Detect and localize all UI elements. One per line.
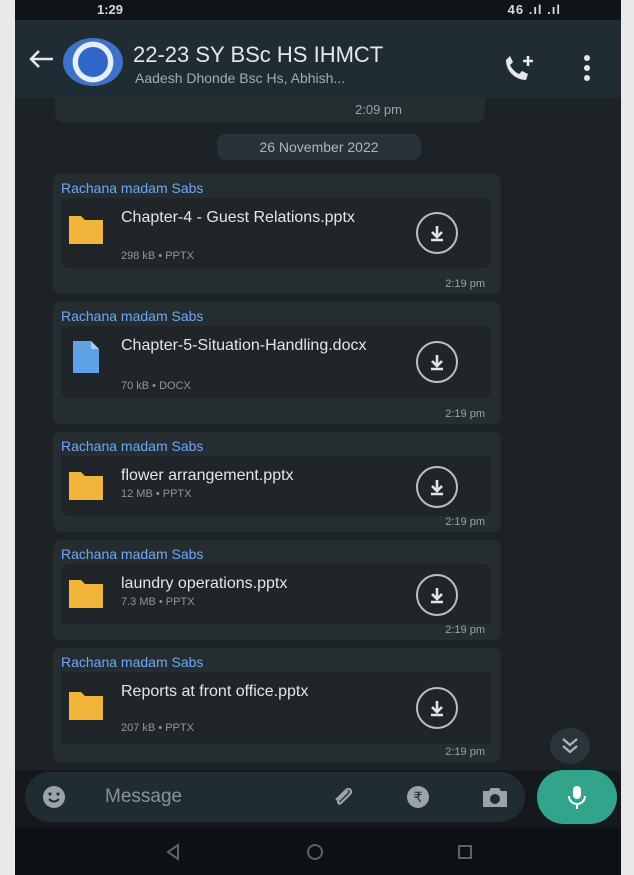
download-button[interactable] (416, 341, 458, 383)
message-time: 2:19 pm (445, 624, 485, 636)
double-chevron-down-icon (562, 738, 578, 754)
message-input-bar[interactable]: Message ₹ (25, 772, 525, 822)
previous-message-time: 2:09 pm (355, 102, 402, 117)
download-button[interactable] (416, 574, 458, 616)
file-meta: 70 kB • DOCX (121, 380, 191, 392)
scroll-to-bottom-button[interactable] (550, 728, 590, 764)
docx-file-icon (73, 341, 99, 373)
message-time: 2:19 pm (445, 516, 485, 528)
file-name: Chapter-5-Situation-Handling.docx (121, 337, 367, 354)
more-options-icon[interactable] (583, 54, 591, 82)
sender-name: Rachana madam Sabs (61, 308, 204, 324)
message-bubble[interactable]: Rachana madam Sabs Chapter-5-Situation-H… (53, 302, 501, 424)
system-navigation-bar (15, 828, 621, 875)
nav-recents-icon[interactable] (455, 842, 475, 862)
group-title[interactable]: 22-23 SY BSc HS IHMCT (133, 42, 383, 68)
svg-text:₹: ₹ (414, 790, 423, 806)
date-divider: 26 November 2022 (217, 134, 421, 160)
download-icon (431, 226, 443, 242)
microphone-icon (568, 786, 586, 809)
status-indicators: 46 .ıl .ıl (507, 2, 561, 17)
download-button[interactable] (416, 466, 458, 508)
attach-icon[interactable] (330, 784, 356, 810)
sender-name: Rachana madam Sabs (61, 654, 204, 670)
pptx-file-icon (69, 216, 103, 244)
message-time: 2:19 pm (445, 746, 485, 758)
file-name: laundry operations.pptx (121, 575, 288, 592)
message-bubble[interactable]: Rachana madam Sabs flower arrangement.pp… (53, 432, 501, 532)
chat-area: 2:09 pm 26 November 2022 Rachana madam S… (15, 98, 621, 770)
sender-name: Rachana madam Sabs (61, 180, 204, 196)
voice-message-button[interactable] (537, 770, 617, 824)
download-icon (431, 701, 443, 717)
download-icon (431, 355, 443, 371)
file-name: Chapter-4 - Guest Relations.pptx (121, 209, 355, 226)
add-call-icon[interactable] (500, 54, 536, 82)
back-arrow-icon[interactable] (27, 48, 55, 70)
file-meta: 12 MB • PPTX (121, 488, 192, 500)
chat-header: 22-23 SY BSc HS IHMCT Aadesh Dhonde Bsc … (15, 20, 621, 98)
message-bubble[interactable]: Rachana madam Sabs Chapter-4 - Guest Rel… (53, 174, 501, 294)
group-members[interactable]: Aadesh Dhonde Bsc Hs, Abhish... (135, 70, 475, 86)
pptx-file-icon (69, 692, 103, 720)
sender-name: Rachana madam Sabs (61, 546, 204, 562)
message-time: 2:19 pm (445, 408, 485, 420)
status-time: 1:29 (97, 2, 124, 17)
group-avatar[interactable] (63, 38, 123, 86)
document-card[interactable]: Reports at front office.pptx 207 kB • PP… (61, 672, 491, 744)
document-card[interactable]: laundry operations.pptx 7.3 MB • PPTX (61, 564, 491, 624)
phone-screen: 1:29 46 .ıl .ıl 22-23 SY BSc HS IHMCT Aa… (15, 0, 621, 875)
download-icon (431, 480, 443, 496)
file-meta: 7.3 MB • PPTX (121, 596, 195, 608)
document-card[interactable]: Chapter-4 - Guest Relations.pptx 298 kB … (61, 198, 491, 268)
payment-icon[interactable]: ₹ (405, 784, 431, 810)
camera-icon[interactable] (480, 785, 510, 809)
message-bubble[interactable]: Rachana madam Sabs Reports at front offi… (53, 648, 501, 762)
status-bar: 1:29 46 .ıl .ıl (15, 0, 621, 20)
pptx-file-icon (69, 580, 103, 608)
file-meta: 207 kB • PPTX (121, 722, 194, 734)
download-button[interactable] (416, 687, 458, 729)
document-card[interactable]: flower arrangement.pptx 12 MB • PPTX (61, 456, 491, 516)
emoji-icon[interactable] (41, 784, 67, 810)
message-bubble[interactable]: Rachana madam Sabs laundry operations.pp… (53, 540, 501, 640)
message-time: 2:19 pm (445, 278, 485, 290)
download-button[interactable] (416, 212, 458, 254)
nav-home-icon[interactable] (305, 842, 325, 862)
file-name: flower arrangement.pptx (121, 467, 294, 484)
message-input[interactable]: Message (105, 786, 182, 808)
download-icon (431, 588, 443, 604)
previous-message-bubble[interactable] (55, 98, 485, 122)
file-name: Reports at front office.pptx (121, 683, 309, 700)
file-meta: 298 kB • PPTX (121, 250, 194, 262)
document-card[interactable]: Chapter-5-Situation-Handling.docx 70 kB … (61, 326, 491, 398)
sender-name: Rachana madam Sabs (61, 438, 204, 454)
nav-back-icon[interactable] (163, 842, 183, 862)
pptx-file-icon (69, 472, 103, 500)
